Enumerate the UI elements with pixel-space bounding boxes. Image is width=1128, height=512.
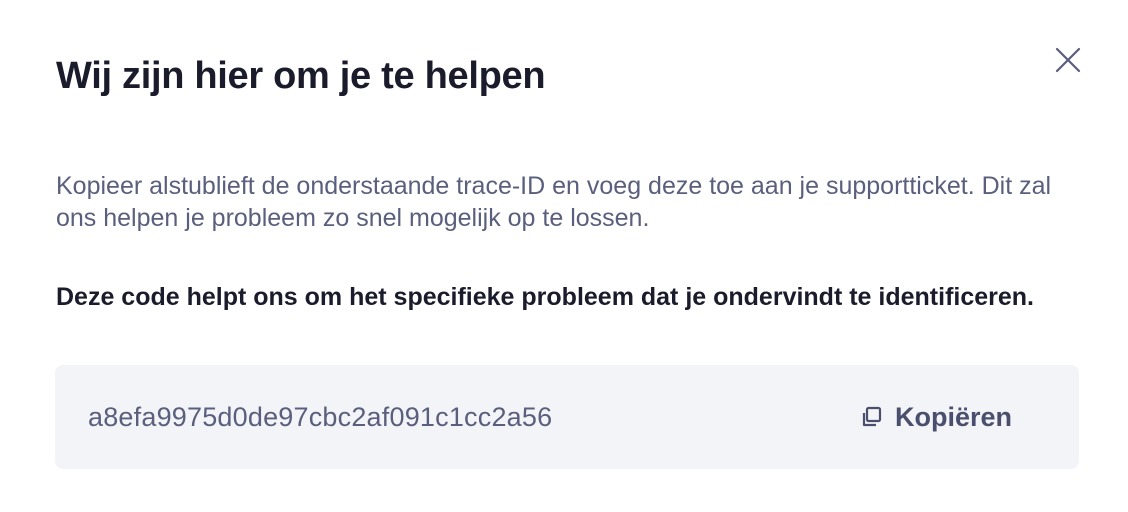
dialog-description: Kopieer alstublieft de onderstaande trac… bbox=[56, 172, 1052, 232]
trace-id-box: a8efa9975d0de97cbc2af091c1cc2a56 Kopiëre… bbox=[55, 365, 1079, 469]
close-button[interactable] bbox=[1050, 42, 1086, 78]
code-explanation: Deze code helpt ons om het specifieke pr… bbox=[56, 283, 1034, 311]
support-dialog: Wij zijn hier om je te helpen Kopieer al… bbox=[0, 0, 1128, 512]
copy-button-label: Kopiëren bbox=[895, 402, 1013, 432]
dialog-title: Wij zijn hier om je te helpen bbox=[56, 55, 546, 97]
close-icon bbox=[1055, 47, 1081, 73]
trace-id-value[interactable]: a8efa9975d0de97cbc2af091c1cc2a56 bbox=[88, 399, 552, 435]
copy-icon bbox=[861, 406, 883, 428]
copy-button[interactable]: Kopiëren bbox=[855, 395, 1018, 439]
